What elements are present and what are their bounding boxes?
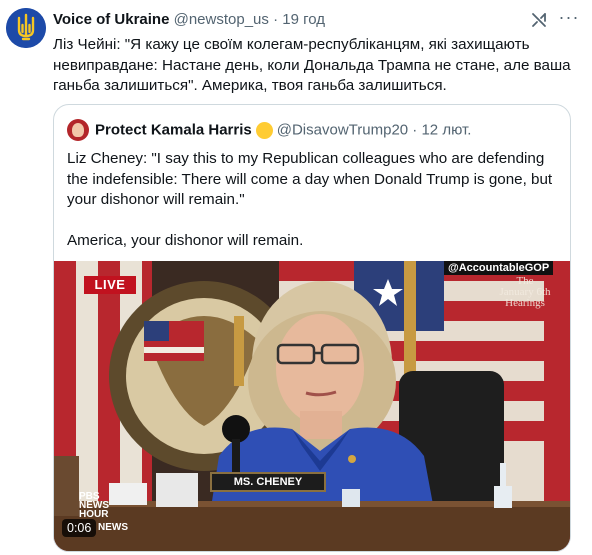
quoted-post[interactable]: Protect Kamala Harris @DisavowTrump20 · 1… — [53, 104, 571, 552]
quote-paragraph: America, your dishonor will remain. — [67, 232, 304, 249]
quote-separator: · — [412, 121, 418, 139]
more-icon[interactable]: ··· — [558, 8, 580, 31]
logo-small-text: NEWS — [98, 522, 128, 533]
author-avatar[interactable] — [6, 8, 46, 48]
live-badge: LIVE — [84, 276, 136, 294]
video-timestamp: 0:06 — [62, 519, 97, 537]
quote-header: Protect Kamala Harris @DisavowTrump20 · 1… — [67, 119, 471, 141]
author-name[interactable]: Voice of Ukraine — [53, 11, 169, 28]
post-text: Ліз Чейні: "Я кажу це своїм колегам-респ… — [53, 36, 571, 94]
quote-author-handle[interactable]: @DisavowTrump20 — [277, 122, 408, 139]
watermark-title-line: Hearings — [505, 297, 545, 309]
quote-avatar[interactable] — [67, 119, 89, 141]
watermark-title: The January 6th Hearings — [494, 276, 556, 309]
logo-line: HOUR — [79, 509, 109, 520]
quote-text: Liz Cheney: "I say this to my Republican… — [67, 149, 562, 272]
raised-fist-emoji-icon — [255, 121, 273, 139]
post-header: Voice of Ukraine @newstop_us · 19 год ··… — [53, 8, 582, 31]
post-time[interactable]: 19 год — [282, 11, 325, 28]
nameplate: MS. CHENEY — [210, 472, 326, 492]
tweet[interactable]: Voice of Ukraine @newstop_us · 19 год ··… — [0, 0, 592, 555]
separator: · — [273, 11, 279, 28]
grok-icon[interactable] — [530, 11, 548, 29]
quote-author-name[interactable]: Protect Kamala Harris — [95, 122, 252, 139]
quote-paragraph: Liz Cheney: "I say this to my Republican… — [67, 150, 553, 208]
watermark-handle: @AccountableGOP — [444, 261, 554, 275]
video-frame — [54, 261, 570, 551]
pbs-newshour-logo: PBS NEWS HOUR — [79, 492, 109, 520]
video-player[interactable]: LIVE @AccountableGOP The January 6th Hea… — [54, 261, 570, 551]
author-handle[interactable]: @newstop_us — [174, 11, 269, 28]
quote-time[interactable]: 12 лют. — [421, 122, 471, 139]
trident-icon — [6, 8, 46, 48]
